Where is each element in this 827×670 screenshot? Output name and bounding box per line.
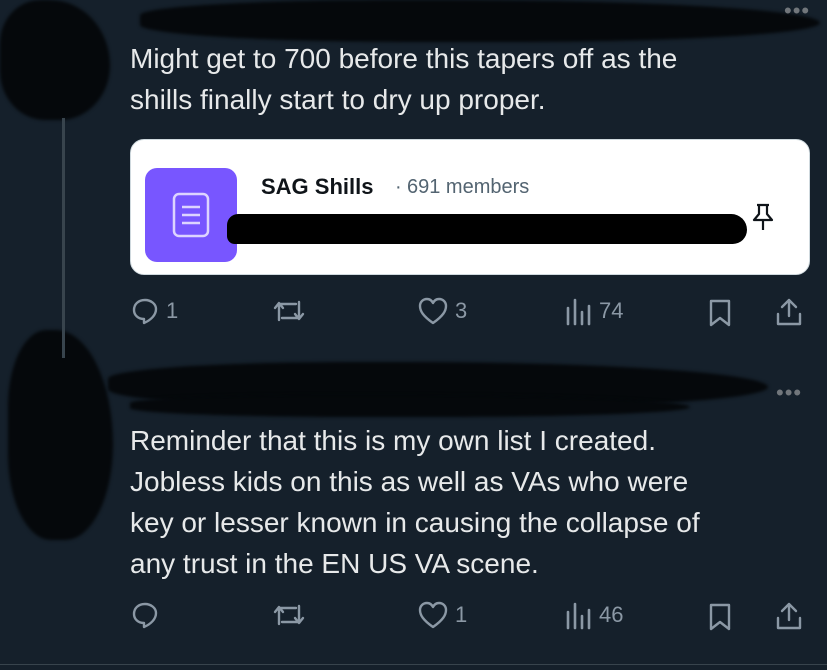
reply-button-2[interactable]	[130, 600, 166, 630]
views-icon	[566, 602, 591, 630]
list-icon	[172, 192, 210, 238]
bookmark-icon	[709, 299, 731, 327]
share-button[interactable]	[774, 296, 804, 328]
more-options-icon-2[interactable]: •••	[776, 382, 802, 404]
redaction-scribble-header-3	[130, 395, 690, 417]
like-count: 1	[455, 602, 468, 627]
repost-button-2[interactable]	[272, 600, 306, 630]
redaction-scribble-header-1	[140, 0, 820, 42]
view-count: 74	[599, 298, 624, 323]
list-separator: ·	[395, 176, 402, 198]
heart-icon	[418, 601, 448, 629]
repost-icon	[273, 300, 305, 322]
share-icon	[776, 298, 802, 326]
bookmark-button[interactable]	[708, 298, 732, 328]
bookmark-icon	[709, 603, 731, 631]
redaction-scribble-avatar-1	[0, 0, 110, 120]
views-button[interactable]: 74	[563, 296, 623, 326]
like-button[interactable]: 3	[417, 296, 467, 326]
share-icon	[776, 602, 802, 630]
repost-icon	[273, 604, 305, 626]
pin-icon[interactable]	[751, 202, 775, 232]
list-avatar	[145, 168, 237, 262]
views-button-2[interactable]: 46	[563, 600, 623, 630]
reply-icon	[132, 298, 158, 325]
like-button-2[interactable]: 1	[417, 600, 467, 630]
view-count: 46	[599, 602, 624, 627]
more-options-icon[interactable]: •••	[784, 0, 810, 22]
reply-count: 1	[166, 298, 179, 323]
bookmark-button-2[interactable]	[708, 602, 732, 632]
list-member-count[interactable]: 691 members	[407, 176, 529, 199]
reply-button[interactable]: 1	[130, 296, 178, 326]
list-name[interactable]: SAG Shills	[261, 174, 373, 200]
thread-connector-line	[62, 118, 65, 358]
repost-button[interactable]	[272, 296, 306, 326]
list-card[interactable]: SAG Shills · 691 members	[130, 139, 810, 275]
post-2-text: Reminder that this is my own list I crea…	[130, 425, 700, 579]
post-divider	[0, 664, 827, 665]
redacted-list-description	[227, 214, 747, 244]
redaction-scribble-avatar-2	[8, 330, 113, 540]
views-icon	[566, 298, 591, 326]
post-1-text: Might get to 700 before this tapers off …	[130, 43, 678, 115]
like-count: 3	[455, 298, 468, 323]
share-button-2[interactable]	[774, 600, 804, 632]
reply-icon	[132, 602, 158, 629]
heart-icon	[418, 297, 448, 325]
